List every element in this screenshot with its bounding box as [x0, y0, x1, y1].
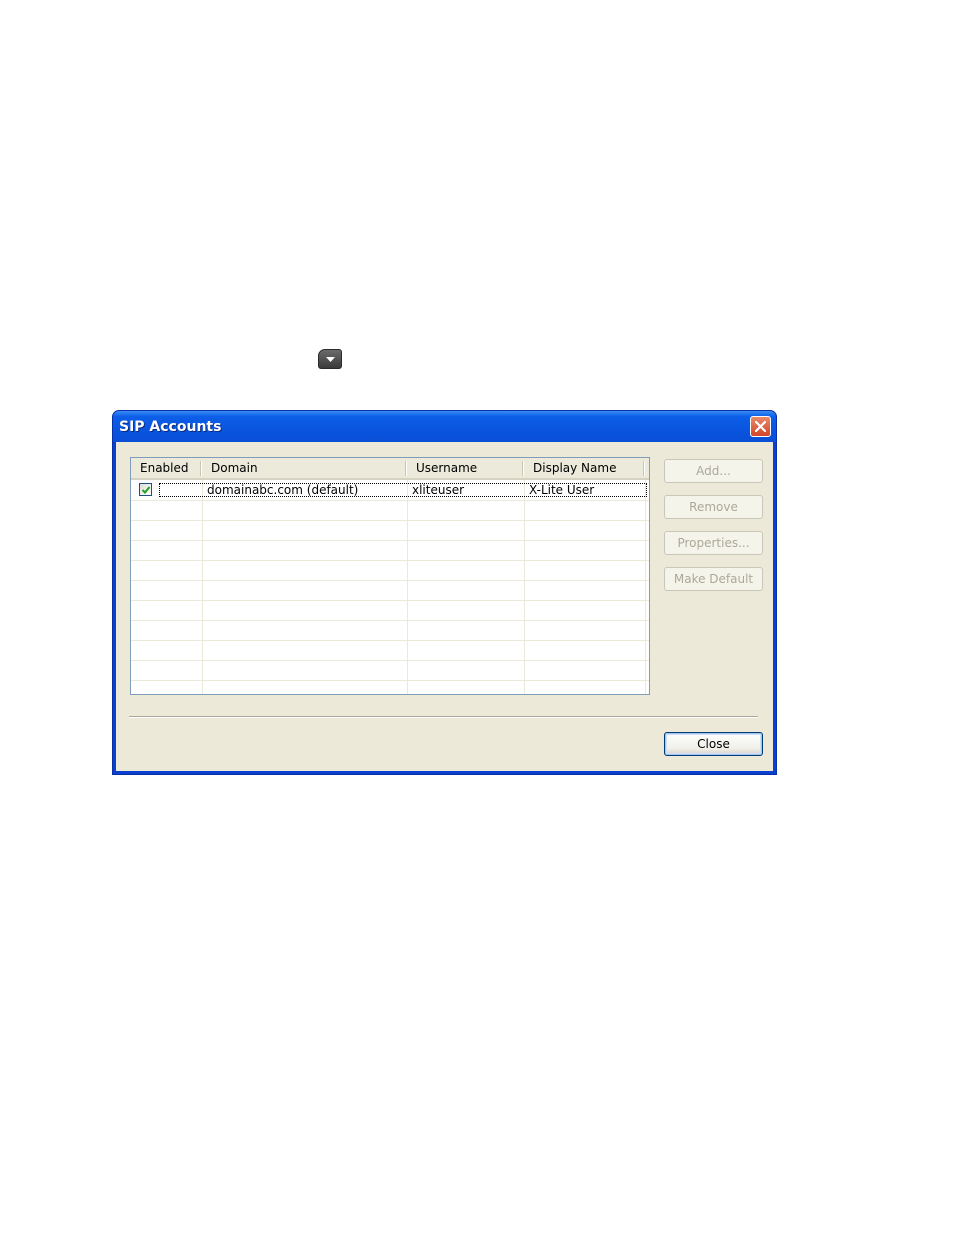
add-button[interactable]: Add...: [664, 459, 763, 483]
properties-button[interactable]: Properties...: [664, 531, 763, 555]
title-bar[interactable]: SIP Accounts: [113, 411, 776, 442]
enabled-checkbox[interactable]: [139, 483, 152, 496]
dialog-title: SIP Accounts: [119, 419, 222, 435]
column-header-domain[interactable]: Domain: [201, 458, 406, 478]
cell-username: xliteuser: [412, 483, 465, 497]
divider: [129, 716, 758, 718]
make-default-button[interactable]: Make Default: [664, 567, 763, 591]
close-icon[interactable]: [750, 416, 771, 437]
cell-domain: domainabc.com (default): [207, 483, 359, 497]
column-header-enabled[interactable]: Enabled: [131, 458, 201, 478]
list-header: Enabled Domain Username Display Name: [131, 458, 649, 480]
sip-accounts-dialog: SIP Accounts Enabled Domain Username Dis…: [112, 410, 777, 775]
column-header-display-name[interactable]: Display Name: [523, 458, 643, 478]
dialog-body: Enabled Domain Username Display Name dom…: [116, 442, 773, 771]
remove-button[interactable]: Remove: [664, 495, 763, 519]
table-row[interactable]: domainabc.com (default) xliteuser X-Lite…: [131, 480, 649, 500]
cell-display-name: X-Lite User: [529, 483, 595, 497]
close-button[interactable]: Close: [664, 732, 763, 756]
column-header-username[interactable]: Username: [406, 458, 523, 478]
accounts-list[interactable]: Enabled Domain Username Display Name dom…: [130, 457, 650, 695]
dropdown-menu-icon[interactable]: [318, 349, 342, 369]
